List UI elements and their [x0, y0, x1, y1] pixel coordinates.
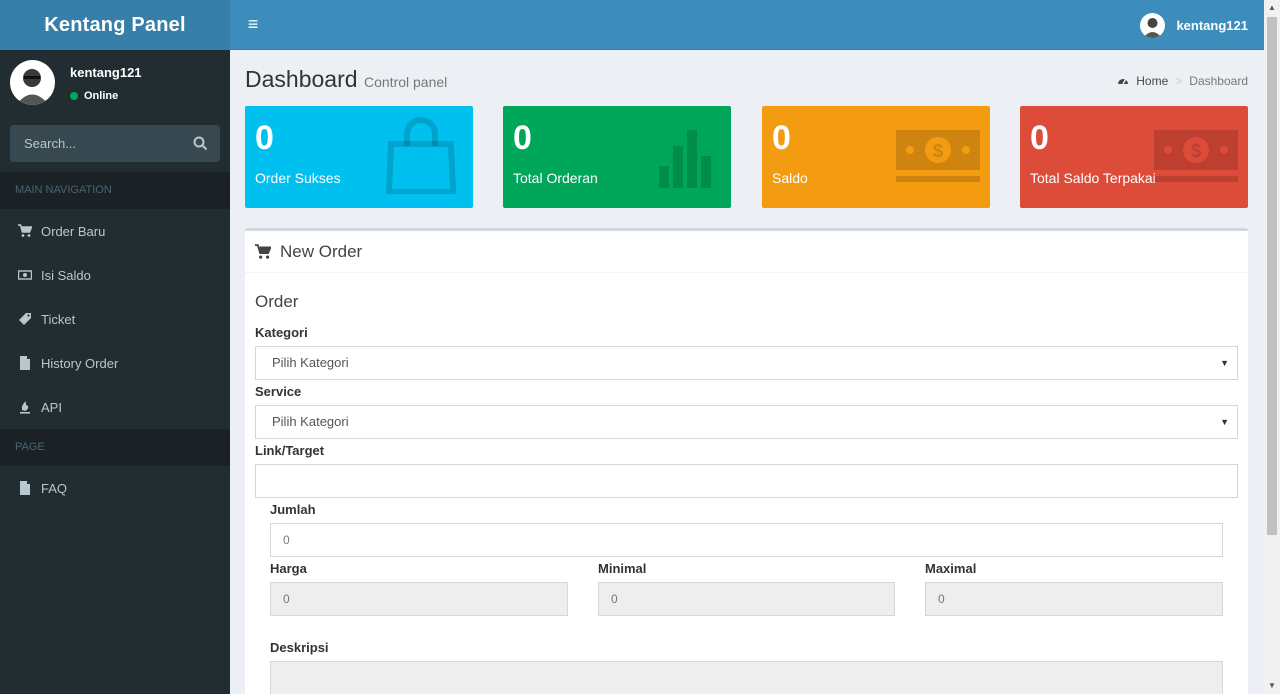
sidebar-search: [10, 125, 220, 162]
scroll-down-icon[interactable]: ▼: [1264, 678, 1280, 694]
bar-chart-icon: [635, 116, 723, 194]
sidebar-item-history-order[interactable]: History Order: [0, 341, 230, 385]
page-scrollbar[interactable]: ▲ ▼: [1264, 0, 1280, 694]
money-icon: $: [894, 116, 982, 194]
stat-box-total-saldo-terpakai: 0 Total Saldo Terpakai $: [1020, 106, 1248, 208]
main-content: Dashboard Control panel Home > Dashboard…: [230, 50, 1264, 694]
kategori-select[interactable]: Pilih Kategori ▼: [255, 346, 1238, 380]
navbar-username: kentang121: [1176, 17, 1248, 33]
sidebar-username: kentang121: [70, 65, 142, 80]
sidebar-item-label: History Order: [41, 355, 119, 371]
stat-label: Order Sukses: [255, 170, 341, 186]
stat-value: 0: [1030, 119, 1049, 157]
cart-icon: [255, 243, 272, 260]
panel-title: New Order: [280, 241, 363, 261]
search-input[interactable]: [10, 125, 180, 162]
avatar: [1140, 12, 1166, 38]
page-title: Dashboard: [245, 66, 358, 92]
breadcrumb: Home > Dashboard: [1117, 74, 1248, 88]
top-navbar: ≡ kentang121: [230, 0, 1264, 50]
panel-header: New Order: [245, 231, 1248, 273]
service-value: Pilih Kategori: [272, 414, 349, 429]
sidebar-item-ticket[interactable]: Ticket: [0, 297, 230, 341]
stat-value: 0: [513, 119, 532, 157]
section-title: Order: [255, 292, 299, 311]
kategori-value: Pilih Kategori: [272, 355, 349, 370]
sidebar-item-label: API: [41, 399, 62, 415]
sidebar-header-main: MAIN NAVIGATION: [0, 172, 230, 209]
sidebar-item-isi-saldo[interactable]: Isi Saldo: [0, 253, 230, 297]
stat-label: Saldo: [772, 170, 808, 186]
search-icon[interactable]: [193, 136, 208, 151]
stat-box-total-orderan: 0 Total Orderan: [503, 106, 731, 208]
service-select[interactable]: Pilih Kategori ▼: [255, 405, 1238, 439]
harga-label: Harga: [270, 561, 307, 576]
jumlah-input[interactable]: 0: [270, 523, 1223, 557]
harga-input: 0: [270, 582, 568, 616]
sidebar-item-label: Order Baru: [41, 223, 106, 239]
user-panel: kentang121 Online: [0, 50, 230, 122]
sidebar-item-label: FAQ: [41, 480, 68, 496]
money-icon: [17, 268, 33, 282]
user-menu[interactable]: kentang121: [1140, 0, 1248, 50]
sidebar-item-faq[interactable]: FAQ: [0, 466, 230, 510]
scrollbar-thumb[interactable]: [1267, 17, 1277, 535]
file-icon: [18, 356, 32, 370]
maximal-input: 0: [925, 582, 1223, 616]
sidebar-header-page: PAGE: [0, 429, 230, 466]
deskripsi-textarea: [270, 661, 1223, 694]
status-text: Online: [84, 90, 119, 102]
sidebar-item-label: Isi Saldo: [41, 267, 91, 283]
stat-box-order-sukses: 0 Order Sukses: [245, 106, 473, 208]
money-icon: $: [1152, 116, 1240, 194]
kategori-label: Kategori: [255, 325, 308, 340]
fire-icon: [18, 400, 32, 414]
caret-down-icon: ▼: [1220, 417, 1229, 427]
scroll-up-icon[interactable]: ▲: [1264, 0, 1280, 16]
online-dot-icon: [70, 92, 78, 100]
svg-text:$: $: [933, 141, 944, 162]
jumlah-label: Jumlah: [270, 502, 316, 517]
stat-label: Total Orderan: [513, 170, 598, 186]
service-label: Service: [255, 384, 302, 399]
breadcrumb-home[interactable]: Home: [1136, 74, 1168, 88]
shopping-bag-icon: [377, 116, 465, 195]
caret-down-icon: ▼: [1220, 358, 1229, 368]
maximal-label: Maximal: [925, 561, 977, 576]
stat-box-saldo: 0 Saldo $: [762, 106, 990, 208]
deskripsi-label: Deskripsi: [270, 640, 329, 655]
sidebar-item-order-baru[interactable]: Order Baru: [0, 209, 230, 253]
avatar: [10, 60, 55, 105]
status-badge: Online: [70, 90, 118, 102]
minimal-label: Minimal: [598, 561, 647, 576]
brand-logo[interactable]: Kentang Panel: [0, 0, 230, 50]
link-label: Link/Target: [255, 443, 325, 458]
stat-label: Total Saldo Terpakai: [1030, 170, 1156, 186]
ticket-icon: [18, 312, 32, 326]
minimal-input: 0: [598, 582, 895, 616]
new-order-panel: New Order Order Kategori Pilih Kategori …: [245, 228, 1248, 694]
breadcrumb-current: Dashboard: [1189, 74, 1248, 88]
sidebar: kentang121 Online MAIN NAVIGATION Order …: [0, 50, 230, 694]
link-target-input[interactable]: [255, 464, 1238, 498]
sidebar-item-label: Ticket: [41, 311, 76, 327]
stat-value: 0: [772, 119, 791, 157]
cart-icon: [18, 224, 33, 238]
file-icon: [18, 481, 32, 495]
sidebar-item-api[interactable]: API: [0, 385, 230, 429]
dashboard-icon: [1117, 75, 1129, 87]
svg-text:$: $: [1191, 141, 1202, 162]
page-subtitle: Control panel: [364, 74, 448, 90]
sidebar-toggle-icon[interactable]: ≡: [242, 13, 264, 35]
stat-value: 0: [255, 119, 274, 157]
